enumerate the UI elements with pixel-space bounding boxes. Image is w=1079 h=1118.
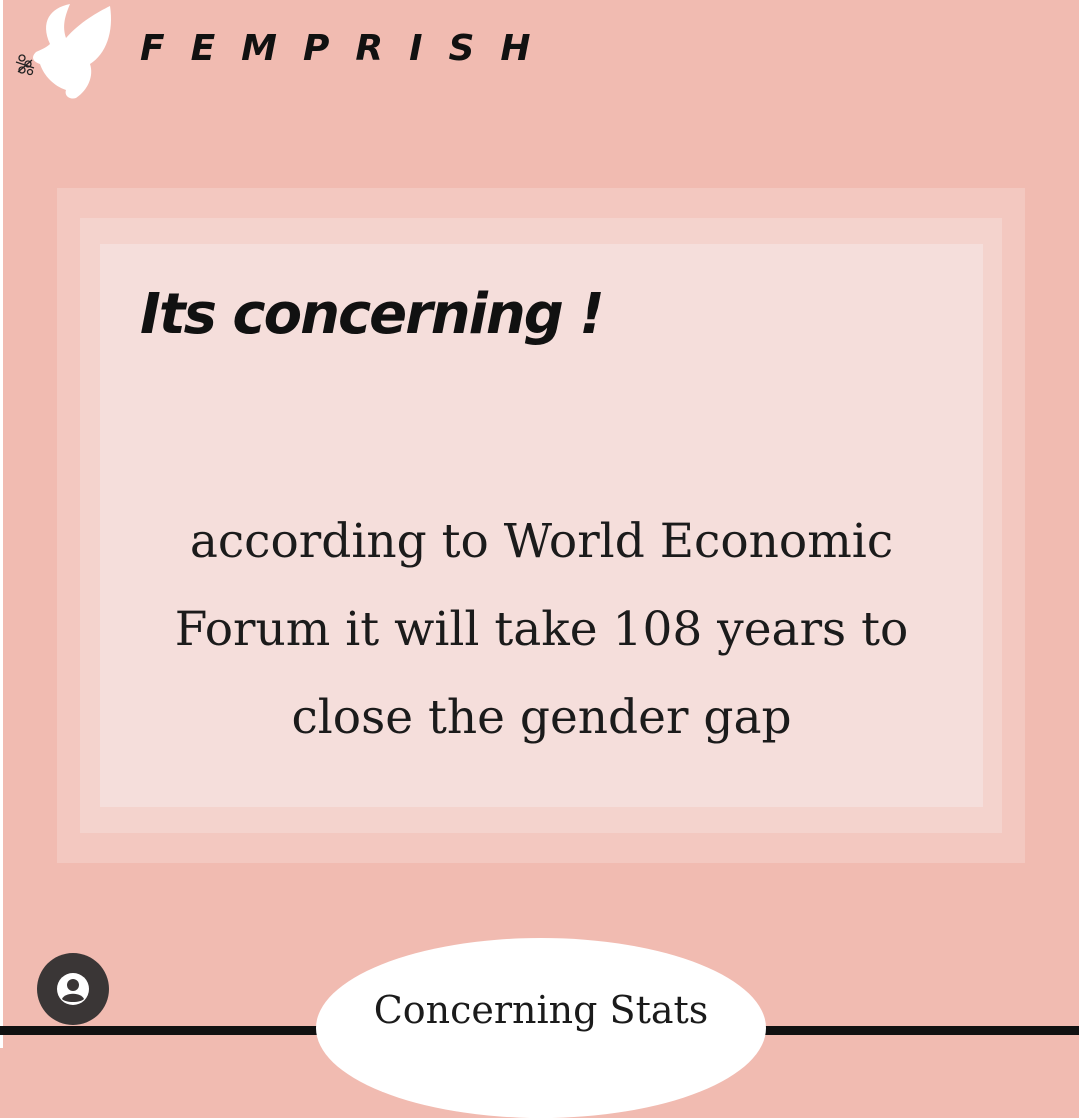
profile-button[interactable] <box>37 953 109 1025</box>
body-line-1: according to World Economic <box>189 514 894 569</box>
left-edge-strip <box>0 0 3 1048</box>
dove-icon <box>15 4 112 99</box>
footer-rule-right <box>760 1026 1079 1035</box>
body-line-2: Forum it will take 108 years to <box>174 602 909 657</box>
card-body-text: according to World Economic Forum it wil… <box>100 498 983 762</box>
card-heading: Its concerning ! <box>140 282 605 347</box>
body-line-3: close the gender gap <box>291 690 792 745</box>
footer-rule-left <box>0 1026 330 1035</box>
brand-name: FEMPRISH <box>140 28 557 69</box>
footer-label: Concerning Stats <box>373 988 709 1032</box>
account-circle-icon <box>57 973 89 1005</box>
